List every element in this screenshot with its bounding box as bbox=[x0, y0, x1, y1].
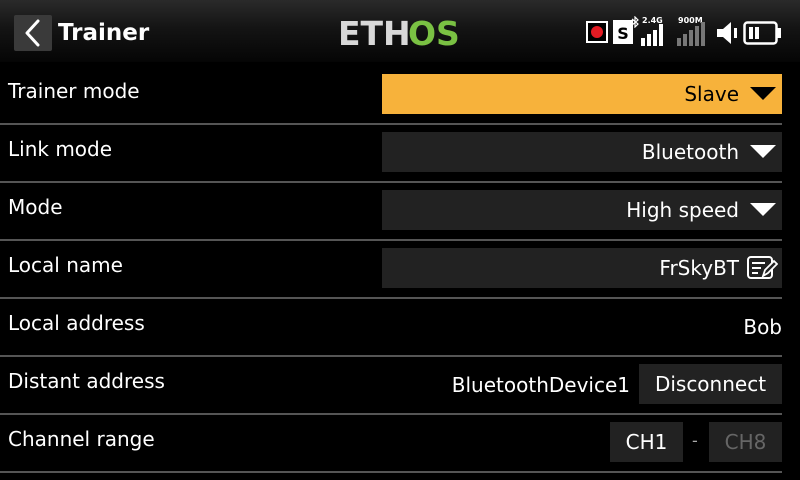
row-divider bbox=[0, 471, 782, 473]
row-divider bbox=[0, 297, 782, 299]
link-mode-value: Bluetooth bbox=[641, 140, 739, 164]
row-mode: Mode High speed bbox=[0, 184, 800, 241]
row-divider bbox=[0, 181, 782, 183]
ethos-logo: ETH OS bbox=[338, 16, 460, 50]
row-channel-range: Channel range CH1 - CH8 bbox=[0, 416, 800, 473]
bluetooth-badge-label: S bbox=[617, 24, 629, 43]
mode-value: High speed bbox=[626, 198, 739, 222]
speaker-muted-icon bbox=[717, 22, 737, 44]
local-address-label: Local address bbox=[8, 311, 145, 335]
row-divider bbox=[0, 239, 782, 241]
row-link-mode: Link mode Bluetooth bbox=[0, 126, 800, 183]
chevron-left-icon bbox=[25, 19, 40, 47]
row-trainer-mode: Trainer mode Slave bbox=[0, 68, 800, 125]
distant-address-label: Distant address bbox=[8, 369, 165, 393]
link-mode-select[interactable]: Bluetooth bbox=[382, 132, 782, 172]
channel-range-label: Channel range bbox=[8, 427, 155, 451]
distant-address-value: BluetoothDevice1 bbox=[451, 373, 630, 397]
back-button[interactable] bbox=[14, 15, 52, 51]
mode-label: Mode bbox=[8, 195, 63, 219]
channel-to-field[interactable]: CH8 bbox=[709, 422, 782, 462]
channel-from-field[interactable]: CH1 bbox=[610, 422, 683, 462]
header-bar: Trainer ETH OS S 2.4G 900M bbox=[0, 0, 800, 62]
dropdown-arrow-icon bbox=[750, 87, 776, 100]
row-local-address: Local address Bob bbox=[0, 300, 800, 357]
dropdown-arrow-icon bbox=[750, 145, 776, 158]
disconnect-button[interactable]: Disconnect bbox=[639, 364, 782, 404]
local-address-value: Bob bbox=[743, 315, 782, 339]
local-name-label: Local name bbox=[8, 253, 123, 277]
link-mode-label: Link mode bbox=[8, 137, 113, 161]
signal-bars-icon bbox=[641, 24, 663, 46]
trainer-mode-label: Trainer mode bbox=[8, 79, 140, 103]
record-dot-icon bbox=[586, 21, 608, 43]
edit-icon bbox=[747, 256, 778, 279]
range-separator: - bbox=[692, 431, 698, 450]
battery-icon bbox=[743, 21, 781, 45]
row-divider bbox=[0, 355, 782, 357]
trainer-mode-select[interactable]: Slave bbox=[382, 74, 782, 114]
trainer-mode-value: Slave bbox=[684, 82, 739, 106]
bluetooth-icon bbox=[631, 16, 639, 28]
row-distant-address: Distant address BluetoothDevice1 Disconn… bbox=[0, 358, 800, 415]
dropdown-arrow-icon bbox=[750, 203, 776, 216]
row-local-name: Local name FrSkyBT bbox=[0, 242, 800, 299]
status-bar: S 2.4G 900M bbox=[585, 16, 790, 48]
mode-select[interactable]: High speed bbox=[382, 190, 782, 230]
logo-text-accent: OS bbox=[408, 16, 460, 50]
signal-bars-dim-icon bbox=[677, 22, 705, 46]
row-divider bbox=[0, 413, 782, 415]
row-divider bbox=[0, 123, 782, 125]
local-name-value: FrSkyBT bbox=[659, 256, 739, 280]
page-title: Trainer bbox=[58, 20, 150, 46]
logo-text-main: ETH bbox=[338, 16, 411, 50]
local-name-field[interactable]: FrSkyBT bbox=[382, 248, 782, 288]
